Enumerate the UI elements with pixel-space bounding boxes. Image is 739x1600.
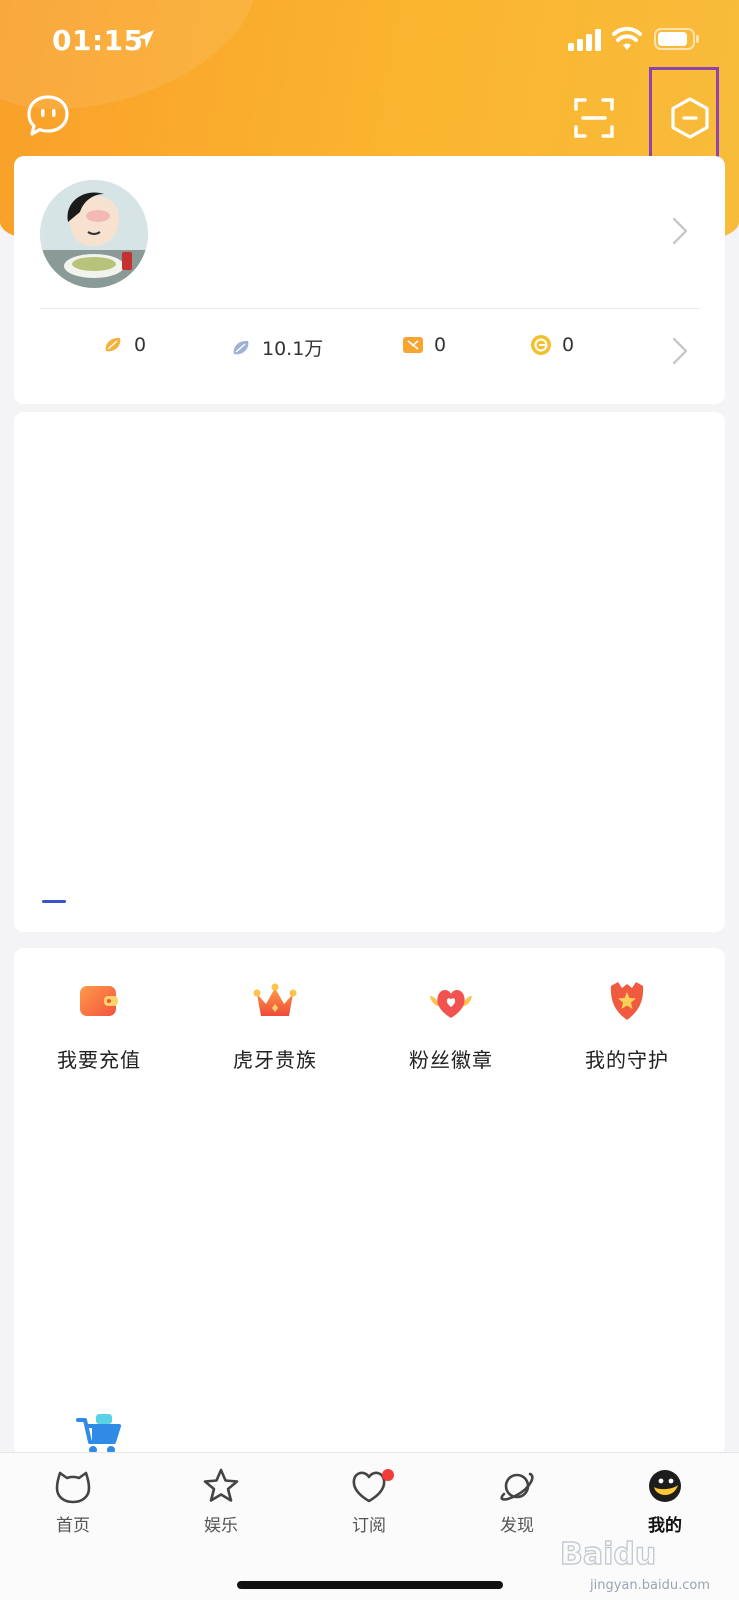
me-face-icon [649,1470,681,1502]
stat-value: 0 [134,334,147,356]
scan-button[interactable] [570,94,618,142]
tab-label: 发现 [500,1516,534,1536]
message-button[interactable] [24,92,72,140]
tab-subscriptions[interactable]: 订阅 [324,1467,414,1536]
stat-yellow-bean[interactable]: 0 [102,334,146,356]
profile-card[interactable]: 0 10.1万 0 0 [14,156,725,404]
tab-label: 娱乐 [204,1516,238,1536]
menu-label: 虎牙贵族 [233,1048,317,1072]
stat-value: 10.1万 [262,338,324,360]
wallet-icon [80,986,118,1016]
planet-icon [500,1472,534,1501]
heart-badge-icon [430,990,472,1018]
scan-icon [574,98,614,138]
shield-icon [610,982,644,1020]
menu-label: 粉丝徽章 [409,1048,493,1072]
menu-item-nobility[interactable]: 虎牙贵族 [200,978,350,1073]
menu-card: 我要充值 虎牙贵族 粉丝徽章 我的守护 [14,948,725,1456]
chevron-right-icon[interactable] [669,216,691,246]
stat-value: 0 [434,334,447,356]
stat-value: 0 [562,334,575,356]
content-card [14,412,725,932]
status-bar: 01:15 [0,0,739,84]
star-icon [203,1468,239,1502]
tab-me[interactable]: 我的 [620,1467,710,1536]
tab-discover[interactable]: 发现 [472,1467,562,1536]
divider [40,308,700,309]
crown-icon [253,983,297,1016]
tab-label: 首页 [56,1516,90,1536]
tab-entertainment[interactable]: 娱乐 [176,1467,266,1536]
coin-icon [531,335,551,355]
wifi-icon [612,26,642,50]
menu-label: 我要充值 [57,1048,141,1072]
location-arrow-icon [136,30,154,48]
chevron-right-icon[interactable] [669,336,691,366]
watermark-brand: Baidu [560,1537,656,1572]
battery-icon [654,28,699,50]
content-stub [42,900,66,903]
notification-dot [382,1469,394,1481]
watermark-site: jingyan.baidu.com [590,1578,710,1593]
home-indicator [237,1581,503,1589]
yellow-bean-icon [105,337,121,352]
silver-bean-icon [233,340,249,354]
menu-label: 我的守护 [585,1048,669,1072]
stat-ticket[interactable]: 0 [402,334,446,356]
shopping-cart-icon[interactable] [76,1414,124,1456]
ticket-icon [403,337,423,353]
tab-home[interactable]: 首页 [28,1467,118,1536]
menu-item-fan-badge[interactable]: 粉丝徽章 [376,978,526,1073]
chat-face-icon [27,95,69,136]
avatar[interactable] [40,180,148,288]
menu-item-recharge[interactable]: 我要充值 [24,978,174,1073]
stat-silver-bean[interactable]: 10.1万 [230,334,323,361]
tab-label: 订阅 [352,1516,386,1536]
status-time: 01:15 [52,24,144,57]
menu-item-guardian[interactable]: 我的守护 [552,978,702,1073]
stat-coin[interactable]: 0 [530,334,574,356]
cartoon-avatar-icon [40,180,148,288]
cellular-signal-icon [568,29,601,51]
cat-head-icon [55,1471,91,1504]
